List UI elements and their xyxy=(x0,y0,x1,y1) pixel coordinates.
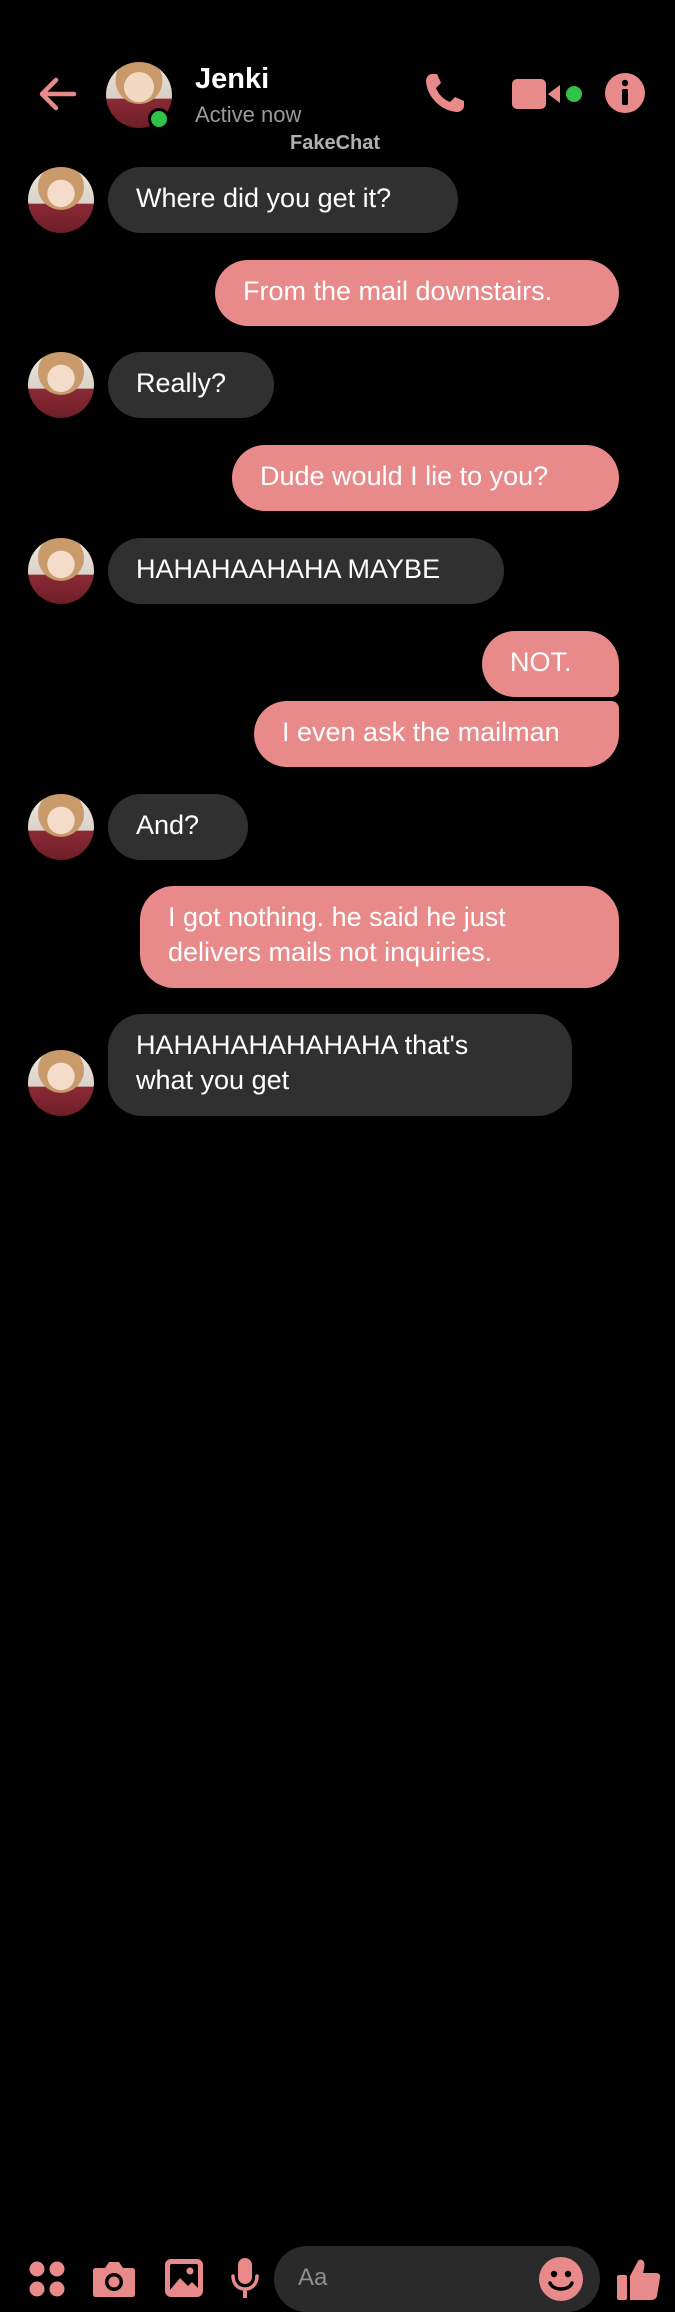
composer-bar: Aa xyxy=(0,1120,675,2312)
sender-avatar[interactable] xyxy=(28,352,94,418)
chat-header: Jenki Active now FakeChat xyxy=(0,0,675,160)
microphone-icon[interactable] xyxy=(230,2256,260,2300)
outgoing-message[interactable]: I even ask the mailman xyxy=(254,701,619,767)
contact-name[interactable]: Jenki xyxy=(195,63,269,96)
incoming-message[interactable]: And? xyxy=(108,794,248,860)
outgoing-message[interactable]: Dude would I lie to you? xyxy=(232,445,619,511)
message-text: From the mail downstairs. xyxy=(243,276,553,306)
message-text: HAHAHAAHAHA MAYBE xyxy=(136,554,441,584)
message-text-line: HAHAHAHAHAHAHA that's xyxy=(136,1030,469,1060)
sender-avatar[interactable] xyxy=(28,794,94,860)
apps-icon[interactable] xyxy=(28,2260,66,2298)
message-text: Where did you get it? xyxy=(136,183,392,213)
sender-avatar[interactable] xyxy=(28,538,94,604)
message-text: NOT. xyxy=(510,647,572,677)
emoji-icon[interactable] xyxy=(538,2256,584,2302)
message-text: And? xyxy=(136,810,200,840)
sender-avatar[interactable] xyxy=(28,1050,94,1116)
incoming-message[interactable]: HAHAHAAHAHA MAYBE xyxy=(108,538,504,604)
back-arrow-icon[interactable] xyxy=(36,72,80,116)
message-text: I even ask the mailman xyxy=(282,717,560,747)
camera-icon[interactable] xyxy=(92,2258,136,2298)
message-text-line: I got nothing. he said he just xyxy=(168,902,506,932)
image-icon[interactable] xyxy=(164,2258,204,2298)
incoming-message[interactable]: Where did you get it? xyxy=(108,167,458,233)
incoming-message[interactable]: HAHAHAHAHAHAHA that's what you get xyxy=(108,1014,572,1116)
info-icon[interactable] xyxy=(604,72,646,114)
message-text: Dude would I lie to you? xyxy=(260,461,549,491)
contact-status: Active now xyxy=(195,102,302,127)
message-input-placeholder: Aa xyxy=(298,2264,328,2291)
thumbs-up-icon[interactable] xyxy=(616,2256,662,2302)
message-input[interactable]: Aa xyxy=(274,2246,600,2312)
outgoing-message[interactable]: I got nothing. he said he just delivers … xyxy=(140,886,619,988)
outgoing-message[interactable]: NOT. xyxy=(482,631,619,697)
watermark: FakeChat xyxy=(290,132,381,154)
sender-avatar[interactable] xyxy=(28,167,94,233)
phone-icon[interactable] xyxy=(422,70,468,116)
message-text: Really? xyxy=(136,368,227,398)
video-camera-icon[interactable] xyxy=(512,76,584,112)
online-indicator xyxy=(148,108,170,130)
message-text-line: what you get xyxy=(136,1065,290,1095)
outgoing-message[interactable]: From the mail downstairs. xyxy=(215,260,619,326)
incoming-message[interactable]: Really? xyxy=(108,352,274,418)
message-text-line: delivers mails not inquiries. xyxy=(168,937,493,967)
